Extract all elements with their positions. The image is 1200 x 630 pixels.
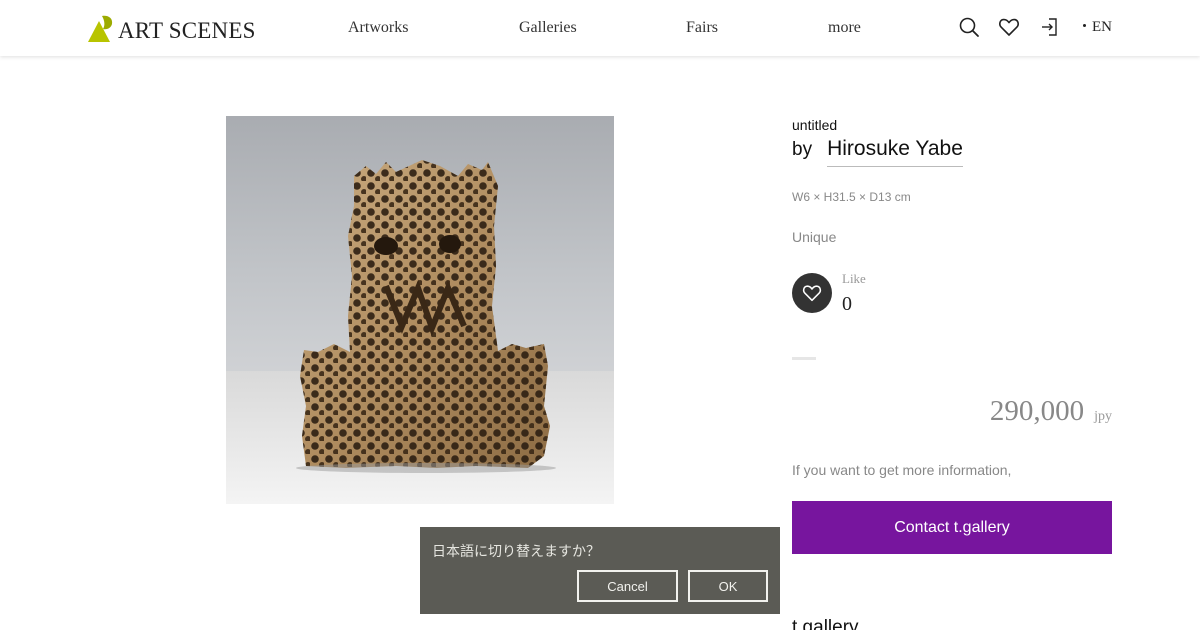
artwork-image[interactable] [226, 116, 614, 504]
language-switcher[interactable]: EN [1083, 19, 1112, 36]
divider [792, 357, 816, 360]
nav-more[interactable]: more [828, 19, 861, 37]
language-switch-dialog: 日本語に切り替えますか？ Cancel OK [420, 527, 780, 614]
logo-text: ART SCENES [118, 18, 256, 43]
login-icon[interactable] [1039, 16, 1061, 38]
like-label: Like [842, 271, 866, 286]
cancel-button[interactable]: Cancel [577, 570, 678, 602]
like-count: 0 [842, 293, 852, 315]
language-label: EN [1092, 19, 1112, 35]
artist-row: by Hirosuke Yabe [792, 137, 963, 167]
gallery-name[interactable]: t.gallery [792, 617, 859, 630]
artwork-dimensions: W6 × H31.5 × D13 cm [792, 190, 911, 204]
nav-artworks[interactable]: Artworks [348, 19, 408, 37]
contact-gallery-button[interactable]: Contact t.gallery [792, 501, 1112, 554]
site-logo[interactable]: ART SCENES [88, 14, 256, 42]
like-button[interactable] [792, 273, 832, 313]
ok-button[interactable]: OK [688, 570, 768, 602]
nav-fairs[interactable]: Fairs [686, 19, 718, 37]
dialog-message: 日本語に切り替えますか？ [432, 543, 600, 559]
info-text: If you want to get more information, [792, 462, 1012, 478]
artwork-title: untitled [792, 117, 838, 133]
language-dot-icon [1083, 24, 1086, 28]
artwork-edition: Unique [792, 229, 837, 245]
heart-icon [802, 285, 822, 302]
heart-icon[interactable] [998, 16, 1020, 38]
price-currency: jpy [1094, 409, 1112, 424]
site-header: ART SCENES Artworks Galleries Fairs more… [0, 0, 1200, 56]
search-icon[interactable] [958, 16, 980, 38]
logo-mark-icon [88, 15, 113, 42]
price-row: 290,000 jpy [990, 395, 1112, 428]
price-value: 290,000 [989, 395, 1085, 427]
nav-galleries[interactable]: Galleries [519, 19, 577, 37]
by-label: by [792, 139, 813, 160]
artist-link[interactable]: Hirosuke Yabe [827, 137, 963, 167]
